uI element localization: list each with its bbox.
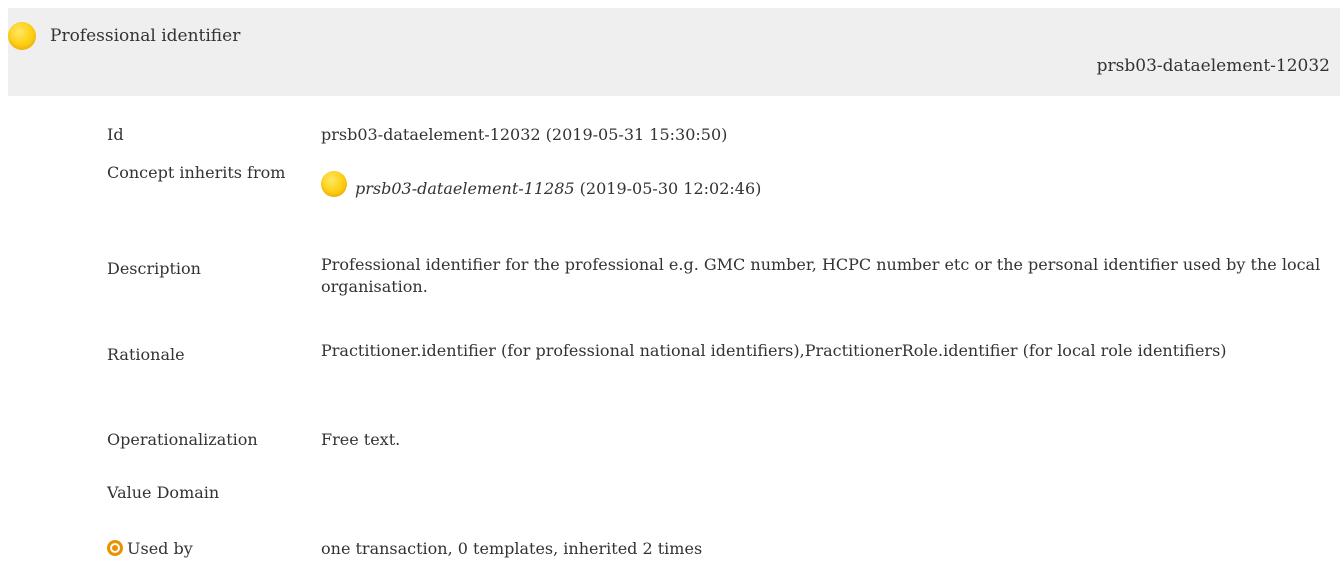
operationalization-label: Operationalization: [107, 430, 258, 449]
inherits-row: Concept inherits from prsb03-dataelement…: [107, 162, 1322, 200]
header-concept-id: prsb03-dataelement-12032: [1096, 56, 1330, 76]
id-label: Id: [107, 125, 124, 144]
description-row: Description Professional identifier for …: [107, 255, 1322, 298]
yellow-orb-icon: [8, 22, 36, 50]
operationalization-row: Operationalization Free text.: [107, 429, 1322, 451]
inherits-link[interactable]: prsb03-dataelement-11285: [355, 178, 575, 200]
inherits-label: Concept inherits from: [107, 163, 286, 182]
used-by-label: Used by: [127, 539, 193, 558]
id-value: prsb03-dataelement-12032 (2019-05-31 15:…: [321, 125, 728, 144]
header-title-row: Professional identifier: [8, 22, 240, 50]
value-domain-row: Value Domain: [107, 482, 1322, 504]
description-value: Professional identifier for the professi…: [321, 255, 1321, 296]
inherits-date: (2019-05-30 12:02:46): [574, 179, 762, 198]
description-label: Description: [107, 259, 201, 278]
rationale-label: Rationale: [107, 345, 185, 364]
used-by-row: Used by one transaction, 0 templates, in…: [107, 538, 1322, 560]
concept-header: Professional identifier prsb03-dataeleme…: [8, 8, 1340, 96]
page-title: Professional identifier: [50, 26, 241, 46]
target-icon[interactable]: [107, 540, 123, 556]
value-domain-label: Value Domain: [107, 483, 220, 502]
rationale-row: Rationale Practitioner.identifier (for p…: [107, 341, 1322, 366]
operationalization-value: Free text.: [321, 430, 401, 449]
id-row: Id prsb03-dataelement-12032 (2019-05-31 …: [107, 124, 1322, 146]
rationale-value: Practitioner.identifier (for professiona…: [321, 341, 1227, 360]
yellow-orb-icon: [321, 171, 347, 197]
used-by-value: one transaction, 0 templates, inherited …: [321, 539, 703, 558]
used-by-label-cell[interactable]: Used by: [107, 538, 321, 560]
inherits-value: prsb03-dataelement-11285 (2019-05-30 12:…: [321, 171, 1322, 200]
